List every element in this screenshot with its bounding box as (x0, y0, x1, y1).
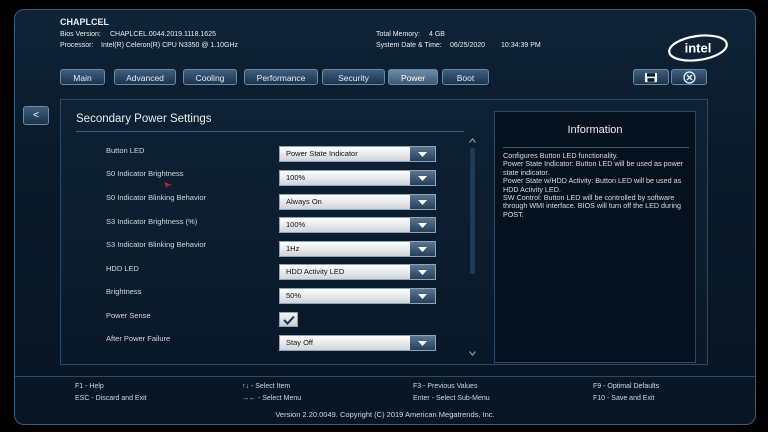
dropdown-value: 100% (286, 173, 306, 182)
dropdown-value: 50% (286, 291, 302, 300)
board-name: CHAPLCEL (60, 17, 109, 27)
help-select-item: ↑↓ - Select Item (242, 383, 291, 390)
brightness-dropdown[interactable]: 50% (279, 288, 436, 304)
information-panel: Information Configures Button LED functi… (494, 111, 696, 363)
setting-label-button-led: Button LED (106, 146, 145, 155)
dropdown-value: Power State Indicator (286, 149, 358, 158)
scrollbar-thumb[interactable] (470, 148, 475, 274)
chevron-down-icon (410, 242, 435, 256)
bios-frame: CHAPLCEL Bios Version: CHAPLCEL.0044.201… (14, 9, 756, 425)
help-select-menu: →← - Select Menu (242, 395, 302, 402)
intel-logo: intel (668, 34, 728, 62)
chevron-down-icon (410, 147, 435, 161)
information-title: Information (567, 124, 623, 136)
tab-boot[interactable]: Boot (442, 69, 489, 85)
processor-value: Intel(R) Celeron(R) CPU N3350 @ 1.10GHz (101, 42, 239, 49)
bios-version-label: Bios Version: (60, 31, 101, 38)
tab-performance[interactable]: Performance (244, 69, 318, 85)
s0-blinking-dropdown[interactable]: Always On (279, 194, 436, 210)
s0-brightness-dropdown[interactable]: 100% (279, 170, 436, 186)
total-memory-label: Total Memory: (376, 31, 420, 38)
chevron-down-icon (410, 289, 435, 303)
help-esc: ESC - Discard and Exit (75, 395, 147, 402)
save-icon (644, 71, 658, 83)
system-date[interactable]: 06/25/2020 (450, 42, 485, 49)
dropdown-value: Stay Off (286, 338, 313, 347)
s3-brightness-dropdown[interactable]: 100% (279, 217, 436, 233)
help-f3: F3 - Previous Values (413, 383, 478, 390)
footer-divider (15, 376, 755, 377)
chevron-down-icon (410, 171, 435, 185)
chevron-down-icon (410, 218, 435, 232)
version-copyright: Version 2.20.0049. Copyright (C) 2019 Am… (275, 410, 495, 419)
information-text: Configures Button LED functionality. Pow… (503, 151, 684, 219)
chevron-down-icon (410, 336, 435, 350)
dropdown-value: Always On (286, 197, 322, 206)
help-f10: F10 - Save and Exit (593, 395, 655, 402)
scroll-down-icon[interactable] (469, 351, 476, 356)
button-led-dropdown[interactable]: Power State Indicator (279, 146, 436, 162)
information-divider (503, 147, 689, 148)
tab-power[interactable]: Power (388, 69, 438, 85)
checkmark-icon (282, 315, 295, 325)
title-divider (76, 131, 464, 132)
power-sense-checkbox[interactable] (279, 312, 298, 327)
s3-blinking-dropdown[interactable]: 1Hz (279, 241, 436, 257)
tab-advanced[interactable]: Advanced (114, 69, 176, 85)
bios-version-value: CHAPLCEL.0044.2019.1118.1625 (110, 31, 216, 38)
intel-logo-text: intel (685, 41, 712, 56)
processor-label: Processor: (60, 42, 94, 49)
setting-label-s3-brightness: S3 Indicator Brightness (%) (106, 217, 198, 226)
chevron-down-icon (410, 195, 435, 209)
exit-button[interactable] (671, 69, 707, 85)
after-power-failure-dropdown[interactable]: Stay Off (279, 335, 436, 351)
tab-security[interactable]: Security (322, 69, 385, 85)
setting-label-power-sense: Power Sense (106, 311, 151, 320)
setting-label-after-power-failure: After Power Failure (106, 334, 171, 343)
system-time[interactable]: 10:34:39 PM (501, 42, 541, 49)
setting-label-brightness: Brightness (106, 287, 142, 296)
setting-label-s3-blinking: S3 Indicator Blinking Behavior (106, 240, 207, 249)
tab-main[interactable]: Main (60, 69, 105, 85)
save-button[interactable] (633, 69, 669, 85)
system-datetime-label: System Date & Time: (376, 42, 442, 49)
help-f1: F1 - Help (75, 383, 104, 390)
help-f9: F9 - Optimal Defaults (593, 383, 660, 390)
hdd-led-dropdown[interactable]: HDD Activity LED (279, 264, 436, 280)
total-memory-value: 4 GB (429, 31, 445, 38)
dropdown-value: 100% (286, 220, 306, 229)
dropdown-value: HDD Activity LED (286, 267, 345, 276)
close-circle-icon (682, 70, 696, 84)
back-button[interactable]: < (23, 106, 49, 125)
setting-label-s0-brightness: S0 Indicator Brightness (106, 169, 184, 178)
tab-cooling[interactable]: Cooling (183, 69, 237, 85)
help-enter: Enter - Select Sub-Menu (413, 395, 490, 402)
mouse-pointer-icon (164, 182, 172, 188)
chevron-down-icon (410, 265, 435, 279)
setting-label-hdd-led: HDD LED (106, 264, 139, 273)
setting-label-s0-blinking: S0 Indicator Blinking Behavior (106, 193, 207, 202)
scroll-up-icon[interactable] (469, 138, 476, 143)
dropdown-value: 1Hz (286, 244, 300, 253)
page-title: Secondary Power Settings (76, 113, 212, 125)
